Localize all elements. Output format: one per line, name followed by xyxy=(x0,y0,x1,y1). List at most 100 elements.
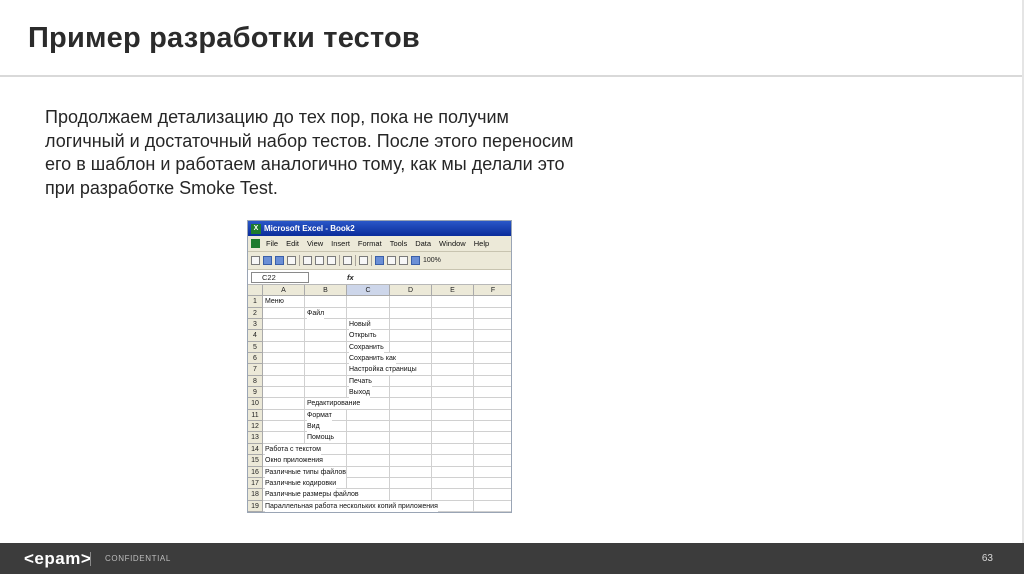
select-all-corner[interactable] xyxy=(248,285,263,297)
grid-cell[interactable] xyxy=(263,432,305,444)
grid-cell[interactable]: Сохранить xyxy=(347,341,390,354)
grid-cell[interactable] xyxy=(474,512,511,513)
excel-menu-item[interactable]: Insert xyxy=(331,236,350,251)
row-header[interactable]: 17 xyxy=(248,477,263,490)
row-header[interactable]: 19 xyxy=(248,500,263,512)
grid-cell[interactable] xyxy=(390,387,432,399)
grid-cell[interactable]: Печать xyxy=(347,375,390,388)
print-icon[interactable] xyxy=(303,256,312,265)
grid-cell[interactable] xyxy=(263,387,305,399)
grid-cell[interactable] xyxy=(390,489,432,501)
hyperlink-icon[interactable] xyxy=(375,256,384,265)
grid-cell[interactable] xyxy=(305,511,347,512)
grid-cell[interactable] xyxy=(305,319,347,331)
grid-cell[interactable] xyxy=(432,330,474,342)
grid-cell[interactable] xyxy=(347,466,390,478)
row-header[interactable]: 8 xyxy=(248,375,263,388)
grid-cell[interactable] xyxy=(474,410,511,422)
grid-cell[interactable] xyxy=(432,477,474,490)
column-header[interactable]: A xyxy=(263,285,305,297)
autosum-icon[interactable] xyxy=(387,256,396,265)
zoom-value[interactable]: 100% xyxy=(423,257,441,264)
grid-cell[interactable] xyxy=(474,387,511,399)
row-header[interactable]: 2 xyxy=(248,307,263,320)
fx-icon[interactable]: fx xyxy=(347,273,354,282)
grid-cell[interactable] xyxy=(263,398,305,410)
grid-cell[interactable] xyxy=(263,364,305,376)
grid-cell[interactable] xyxy=(347,307,390,320)
grid-cell[interactable] xyxy=(390,455,432,467)
grid-cell[interactable] xyxy=(432,511,474,512)
grid-cell[interactable] xyxy=(432,387,474,399)
grid-cell[interactable] xyxy=(347,455,390,467)
row-header[interactable]: 11 xyxy=(248,409,263,422)
grid-cell[interactable] xyxy=(390,375,432,388)
row-header[interactable]: 3 xyxy=(248,319,263,331)
grid-cell[interactable]: Работа с текстом xyxy=(263,443,321,456)
grid-cell[interactable] xyxy=(390,409,432,422)
sort-icon[interactable] xyxy=(399,256,408,265)
grid-cell[interactable] xyxy=(474,478,511,490)
name-box[interactable]: C22 xyxy=(251,271,309,283)
grid-cell[interactable] xyxy=(432,353,474,365)
grid-cell[interactable] xyxy=(474,364,511,376)
grid-cell[interactable]: Формат xyxy=(305,409,347,422)
grid-cell[interactable] xyxy=(347,409,390,422)
grid-cell[interactable] xyxy=(474,421,511,433)
grid-cell[interactable]: Новый xyxy=(347,319,390,331)
grid-cell[interactable] xyxy=(305,364,347,376)
grid-cell[interactable] xyxy=(432,398,474,410)
grid-cell[interactable] xyxy=(474,308,511,320)
grid-cell[interactable] xyxy=(474,319,511,331)
grid-cell[interactable] xyxy=(305,353,347,365)
column-header[interactable]: E xyxy=(432,285,474,297)
grid-cell[interactable] xyxy=(390,477,432,490)
grid-cell[interactable]: Меню xyxy=(263,296,305,308)
grid-cell[interactable] xyxy=(390,319,432,331)
grid-cell[interactable] xyxy=(305,296,347,308)
column-header[interactable]: D xyxy=(390,285,432,297)
row-header[interactable]: 18 xyxy=(248,489,263,501)
row-header[interactable]: 15 xyxy=(248,455,263,467)
column-header[interactable]: B xyxy=(305,285,347,297)
grid-cell[interactable]: Настройка страницы xyxy=(347,364,417,376)
grid-cell[interactable] xyxy=(263,341,305,354)
grid-cell[interactable]: Сохранить как xyxy=(347,353,396,365)
row-header[interactable]: 9 xyxy=(248,387,263,399)
row-header[interactable]: 7 xyxy=(248,364,263,376)
grid-cell[interactable] xyxy=(474,501,511,512)
grid-cell[interactable] xyxy=(263,409,305,422)
grid-cell[interactable] xyxy=(432,307,474,320)
column-header[interactable]: F xyxy=(474,285,511,297)
grid-cell[interactable]: Выход xyxy=(347,387,390,399)
grid-cell[interactable] xyxy=(347,443,390,456)
print-preview-icon[interactable] xyxy=(315,256,324,265)
grid-cell[interactable] xyxy=(390,398,432,410)
excel-menu-item[interactable]: Edit xyxy=(286,236,299,251)
grid-cell[interactable]: Окно приложения xyxy=(263,455,323,467)
grid-cell[interactable] xyxy=(432,489,474,501)
grid-cell[interactable] xyxy=(474,444,511,456)
excel-menu-item[interactable]: Window xyxy=(439,236,466,251)
grid-cell[interactable] xyxy=(263,307,305,320)
grid-cell[interactable] xyxy=(305,375,347,388)
grid-cell[interactable] xyxy=(432,455,474,467)
grid-cell[interactable] xyxy=(347,511,390,512)
grid-cell[interactable] xyxy=(347,432,390,444)
grid-cell[interactable] xyxy=(432,296,474,308)
row-header[interactable]: 16 xyxy=(248,466,263,478)
grid-cell[interactable] xyxy=(474,398,511,410)
grid-cell[interactable] xyxy=(474,467,511,478)
row-header[interactable]: 10 xyxy=(248,398,263,410)
grid-cell[interactable]: Открыть xyxy=(347,330,390,342)
grid-cell[interactable] xyxy=(432,421,474,433)
grid-cell[interactable] xyxy=(432,364,474,376)
grid-cell[interactable] xyxy=(390,353,432,365)
grid-cell[interactable] xyxy=(347,421,390,433)
row-header[interactable]: 20 xyxy=(248,511,263,512)
row-header[interactable]: 6 xyxy=(248,353,263,365)
row-header[interactable]: 14 xyxy=(248,443,263,456)
row-header[interactable]: 13 xyxy=(248,432,263,444)
grid-cell[interactable] xyxy=(263,319,305,331)
undo-icon[interactable] xyxy=(359,256,368,265)
